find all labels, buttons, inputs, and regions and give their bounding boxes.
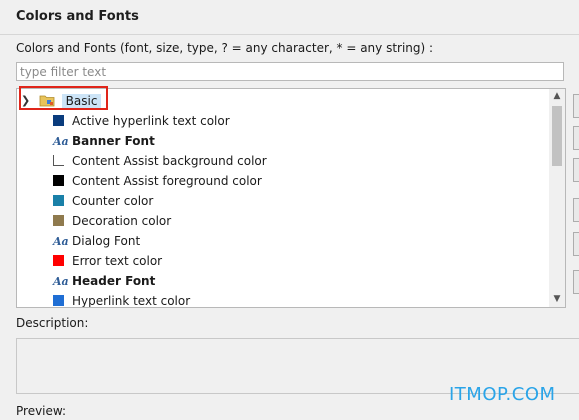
tree-item[interactable]: Content Assist foreground color bbox=[53, 171, 262, 191]
tree-item[interactable]: Aa Header Font bbox=[53, 271, 155, 291]
scroll-down-icon[interactable]: ▼ bbox=[549, 292, 565, 307]
side-button-5[interactable] bbox=[573, 232, 579, 256]
tree-node-basic[interactable]: ❯ Basic bbox=[21, 91, 102, 111]
color-swatch-icon bbox=[53, 215, 64, 226]
filter-input[interactable] bbox=[16, 62, 564, 81]
tree-item[interactable]: Aa Banner Font bbox=[53, 131, 155, 151]
side-button-2[interactable] bbox=[573, 126, 579, 150]
vertical-scrollbar[interactable]: ▲ ▼ bbox=[549, 89, 565, 307]
side-button-3[interactable] bbox=[573, 158, 579, 182]
preview-label: Preview: bbox=[16, 404, 67, 418]
tree-item[interactable]: Active hyperlink text color bbox=[53, 111, 230, 131]
tree-item-label: Banner Font bbox=[72, 134, 155, 148]
tree-item-label: Header Font bbox=[72, 274, 156, 288]
tree-item-label: Content Assist foreground color bbox=[72, 174, 262, 188]
tree-item-label: Error text color bbox=[72, 254, 163, 268]
filter-label: Colors and Fonts (font, size, type, ? = … bbox=[16, 41, 434, 55]
page-title: Colors and Fonts bbox=[16, 9, 139, 24]
tree-item[interactable]: Hyperlink text color bbox=[53, 291, 191, 308]
tree-item[interactable]: Aa Dialog Font bbox=[53, 231, 140, 251]
side-button-4[interactable] bbox=[573, 198, 579, 222]
tree-item-label: Dialog Font bbox=[72, 234, 141, 248]
color-swatch-icon bbox=[53, 115, 64, 126]
preferences-header: Colors and Fonts bbox=[0, 0, 579, 35]
color-swatch-icon bbox=[53, 195, 64, 206]
scroll-up-icon[interactable]: ▲ bbox=[549, 89, 565, 104]
font-icon: Aa bbox=[53, 235, 69, 248]
tree-item-label: Hyperlink text color bbox=[72, 294, 191, 308]
tree-item-label: Active hyperlink text color bbox=[72, 114, 230, 128]
tree-item[interactable]: Counter color bbox=[53, 191, 153, 211]
color-swatch-icon bbox=[53, 155, 64, 166]
tree-item-label: Decoration color bbox=[72, 214, 172, 228]
tree-item[interactable]: Decoration color bbox=[53, 211, 171, 231]
chevron-down-icon[interactable]: ❯ bbox=[21, 91, 35, 111]
description-label: Description: bbox=[16, 316, 89, 330]
color-swatch-icon bbox=[53, 295, 64, 306]
colors-fonts-tree[interactable]: ❯ Basic Active hyperlink text color Aa Ban… bbox=[16, 88, 566, 308]
side-button-1[interactable] bbox=[573, 94, 579, 118]
watermark: ITMOP.COM bbox=[449, 384, 556, 405]
tree-item[interactable]: Error text color bbox=[53, 251, 162, 271]
font-icon: Aa bbox=[53, 275, 69, 288]
side-button-6[interactable] bbox=[573, 270, 579, 294]
tree-item-label: Counter color bbox=[72, 194, 154, 208]
tree-item-label: Content Assist background color bbox=[72, 154, 267, 168]
scroll-thumb[interactable] bbox=[552, 106, 562, 166]
color-swatch-icon bbox=[53, 255, 64, 266]
color-swatch-icon bbox=[53, 175, 64, 186]
tree-item[interactable]: Content Assist background color bbox=[53, 151, 267, 171]
folder-icon bbox=[39, 95, 55, 107]
tree-node-label: Basic bbox=[61, 94, 102, 108]
font-icon: Aa bbox=[53, 135, 69, 148]
